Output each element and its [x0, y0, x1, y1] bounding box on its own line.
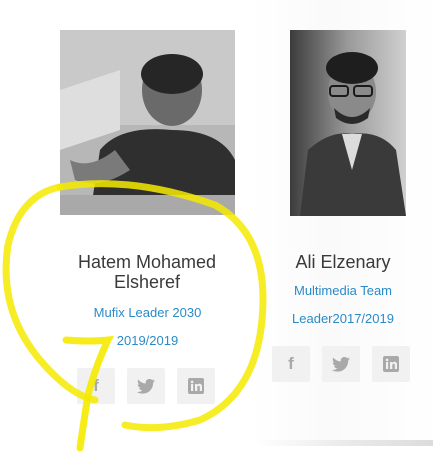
member-role-line1: Mufix Leader 2030 — [93, 305, 202, 320]
section-divider — [255, 440, 433, 446]
member-role-line2: 2019/2019 — [116, 333, 179, 348]
linkedin-icon — [188, 378, 204, 394]
twitter-icon — [332, 356, 350, 372]
facebook-button[interactable]: f — [77, 368, 115, 404]
person-photo-icon — [290, 30, 406, 216]
twitter-icon — [137, 378, 155, 394]
person-photo-icon — [60, 30, 235, 215]
facebook-icon: f — [93, 376, 99, 395]
linkedin-button[interactable] — [177, 368, 215, 404]
member-photo — [60, 30, 235, 215]
member-name: Hatem Mohamed Elsheref — [77, 252, 217, 292]
member-role-line2: Leader2017/2019 — [292, 311, 394, 326]
social-links: f — [272, 346, 410, 382]
facebook-icon: f — [288, 354, 294, 373]
facebook-button[interactable]: f — [272, 346, 310, 382]
twitter-button[interactable] — [322, 346, 360, 382]
member-photo — [290, 30, 406, 216]
linkedin-button[interactable] — [372, 346, 410, 382]
twitter-button[interactable] — [127, 368, 165, 404]
linkedin-icon — [383, 356, 399, 372]
member-role-line1: Multimedia Team — [293, 283, 393, 298]
social-links: f — [77, 368, 215, 404]
member-name: Ali Elzenary — [295, 252, 391, 272]
